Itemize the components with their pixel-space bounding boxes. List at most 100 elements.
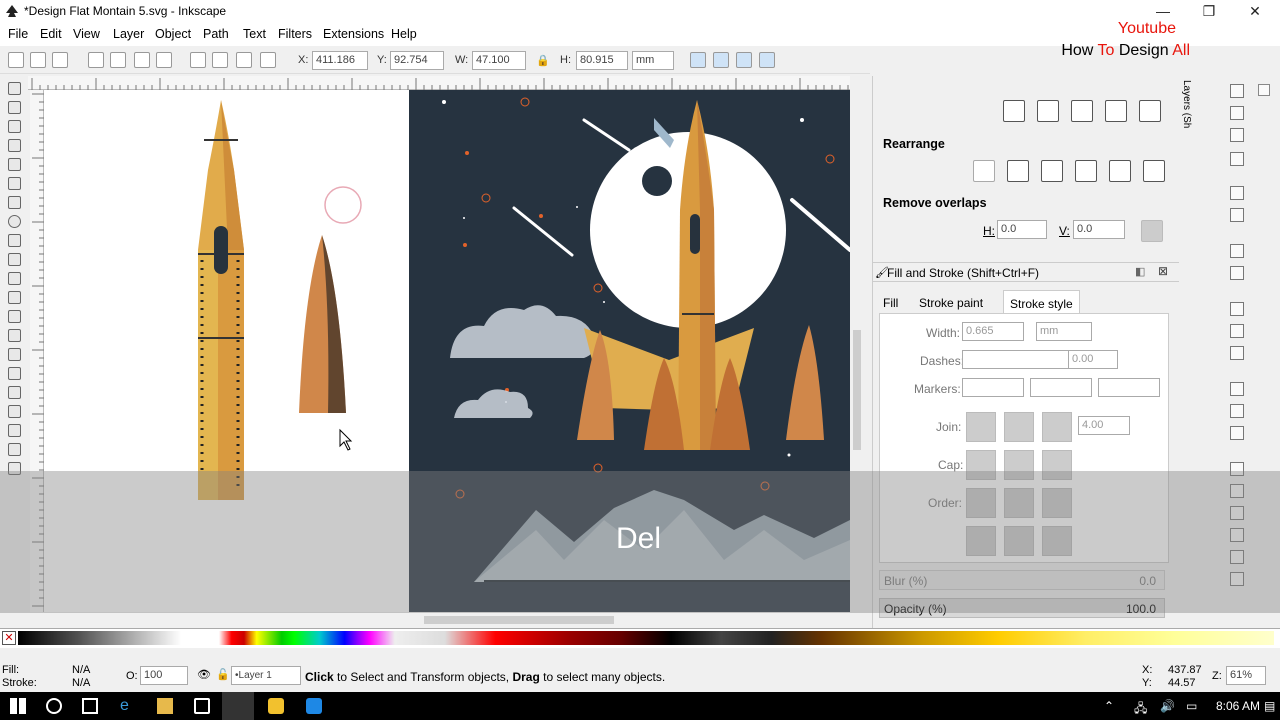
align-text-icon[interactable] <box>1139 100 1161 122</box>
v-gap-input[interactable]: 0.0 <box>1073 220 1125 239</box>
menu-extensions[interactable]: Extensions <box>323 27 384 41</box>
file-explorer-icon[interactable] <box>157 698 173 714</box>
flip-horizontal-icon[interactable] <box>134 52 150 68</box>
snap-toggle-icon[interactable] <box>1258 84 1270 96</box>
layer-lock-icon[interactable]: 🔓 <box>216 668 230 681</box>
pen-tool-icon[interactable] <box>8 291 21 304</box>
miter-join-icon[interactable] <box>966 412 996 442</box>
action-center-icon[interactable]: ▭ <box>1186 699 1197 713</box>
menu-view[interactable]: View <box>73 27 100 41</box>
menu-filters[interactable]: Filters <box>278 27 312 41</box>
ellipse-tool-icon[interactable] <box>8 215 21 228</box>
nodes-align-icon[interactable] <box>1143 160 1165 182</box>
deselect-icon[interactable] <box>52 52 68 68</box>
import-icon[interactable] <box>1230 186 1244 200</box>
windows-start-icon[interactable] <box>10 698 26 714</box>
selector-tool-icon[interactable] <box>8 82 21 95</box>
end-marker-select[interactable] <box>1098 378 1160 397</box>
menu-text[interactable]: Text <box>243 27 266 41</box>
width-input[interactable]: 0.665 <box>962 322 1024 341</box>
task-view-icon[interactable] <box>82 698 98 714</box>
remove-overlaps-button[interactable] <box>1141 220 1163 242</box>
copy-icon[interactable] <box>1230 302 1244 316</box>
redo-icon[interactable] <box>1230 266 1244 280</box>
layers-tab[interactable]: Layers (Sh <box>1181 80 1192 128</box>
cut-icon[interactable] <box>1230 324 1244 338</box>
spray-tool-icon[interactable] <box>8 348 21 361</box>
align-baseline-icon[interactable] <box>1105 100 1127 122</box>
calligraphy-tool-icon[interactable] <box>8 310 21 323</box>
unclump-icon[interactable] <box>1109 160 1131 182</box>
export-icon[interactable] <box>1230 208 1244 222</box>
transform-gradients-icon[interactable] <box>736 52 752 68</box>
new-document-icon[interactable] <box>1230 84 1244 98</box>
tweak-tool-icon[interactable] <box>8 120 21 133</box>
open-icon[interactable] <box>1230 106 1244 120</box>
zoom-page-icon[interactable] <box>1230 426 1244 440</box>
exchange-positions-icon[interactable] <box>973 160 995 182</box>
close-button[interactable]: ✕ <box>1232 0 1278 22</box>
dashes-select[interactable] <box>962 350 1072 369</box>
scale-corners-icon[interactable] <box>713 52 729 68</box>
lower-icon[interactable] <box>236 52 252 68</box>
mesh-tool-icon[interactable] <box>8 424 21 437</box>
menu-file[interactable]: File <box>8 27 28 41</box>
align-center-icon[interactable] <box>1037 100 1059 122</box>
recorder-app-icon[interactable] <box>306 698 322 714</box>
miter-limit-input[interactable]: 4.00 <box>1078 416 1130 435</box>
palette-swatches[interactable] <box>18 631 1274 645</box>
align-left-icon[interactable] <box>1003 100 1025 122</box>
3d-box-tool-icon[interactable] <box>8 196 21 209</box>
zoom-tool-icon[interactable] <box>8 139 21 152</box>
select-all-icon[interactable] <box>8 52 24 68</box>
no-paint-swatch[interactable]: ✕ <box>2 631 16 645</box>
zoom-drawing-icon[interactable] <box>1230 404 1244 418</box>
eye-icon[interactable]: 👁 <box>197 668 211 681</box>
print-icon[interactable] <box>1230 152 1244 166</box>
tray-chevron-icon[interactable]: ⌃ <box>1104 699 1114 713</box>
mid-marker-select[interactable] <box>1030 378 1092 397</box>
bevel-join-icon[interactable] <box>1042 412 1072 442</box>
start-marker-select[interactable] <box>962 378 1024 397</box>
gradient-tool-icon[interactable] <box>8 405 21 418</box>
measure-tool-icon[interactable] <box>8 158 21 171</box>
h-gap-input[interactable]: 0.0 <box>997 220 1047 239</box>
star-tool-icon[interactable] <box>8 234 21 247</box>
save-icon[interactable] <box>1230 128 1244 142</box>
color-palette[interactable]: ✕ <box>0 628 1280 648</box>
rotate-cw-icon[interactable] <box>110 52 126 68</box>
menu-layer[interactable]: Layer <box>113 27 144 41</box>
select-all-layers-icon[interactable] <box>30 52 46 68</box>
zoom-selection-icon[interactable] <box>1230 382 1244 396</box>
horizontal-scroll-thumb[interactable] <box>424 616 614 624</box>
tab-stroke-paint[interactable]: Stroke paint <box>919 296 983 310</box>
clock[interactable]: 8:06 AM <box>1216 699 1260 713</box>
tab-stroke-style[interactable]: Stroke style <box>1003 290 1080 314</box>
menu-help[interactable]: Help <box>391 27 417 41</box>
dash-offset-input[interactable]: 0.00 <box>1068 350 1118 369</box>
x-input[interactable]: 411.186 <box>312 51 368 70</box>
rectangle-tool-icon[interactable] <box>8 177 21 190</box>
edge-browser-icon[interactable]: e <box>120 698 136 714</box>
zoom-input[interactable]: 61% <box>1226 666 1266 685</box>
sticky-app-icon[interactable] <box>268 698 284 714</box>
eraser-tool-icon[interactable] <box>8 367 21 380</box>
scale-stroke-icon[interactable] <box>690 52 706 68</box>
paste-icon[interactable] <box>1230 346 1244 360</box>
tab-fill[interactable]: Fill <box>883 296 898 310</box>
rotate-ccw-icon[interactable] <box>88 52 104 68</box>
round-join-icon[interactable] <box>1004 412 1034 442</box>
y-input[interactable]: 92.754 <box>390 51 444 70</box>
volume-icon[interactable]: 🔊 <box>1160 699 1175 713</box>
store-icon[interactable] <box>194 698 210 714</box>
align-right-icon[interactable] <box>1071 100 1093 122</box>
width-unit-select[interactable]: mm <box>1036 322 1092 341</box>
inkscape-taskbar-active[interactable] <box>222 692 254 720</box>
rearrange-selection-icon[interactable] <box>1007 160 1029 182</box>
unit-select[interactable]: mm <box>632 51 674 70</box>
spiral-tool-icon[interactable] <box>8 253 21 266</box>
h-input[interactable]: 80.915 <box>576 51 628 70</box>
undo-icon[interactable] <box>1230 244 1244 258</box>
network-icon[interactable]: 🖧 <box>1134 699 1147 720</box>
pencil-tool-icon[interactable] <box>8 272 21 285</box>
